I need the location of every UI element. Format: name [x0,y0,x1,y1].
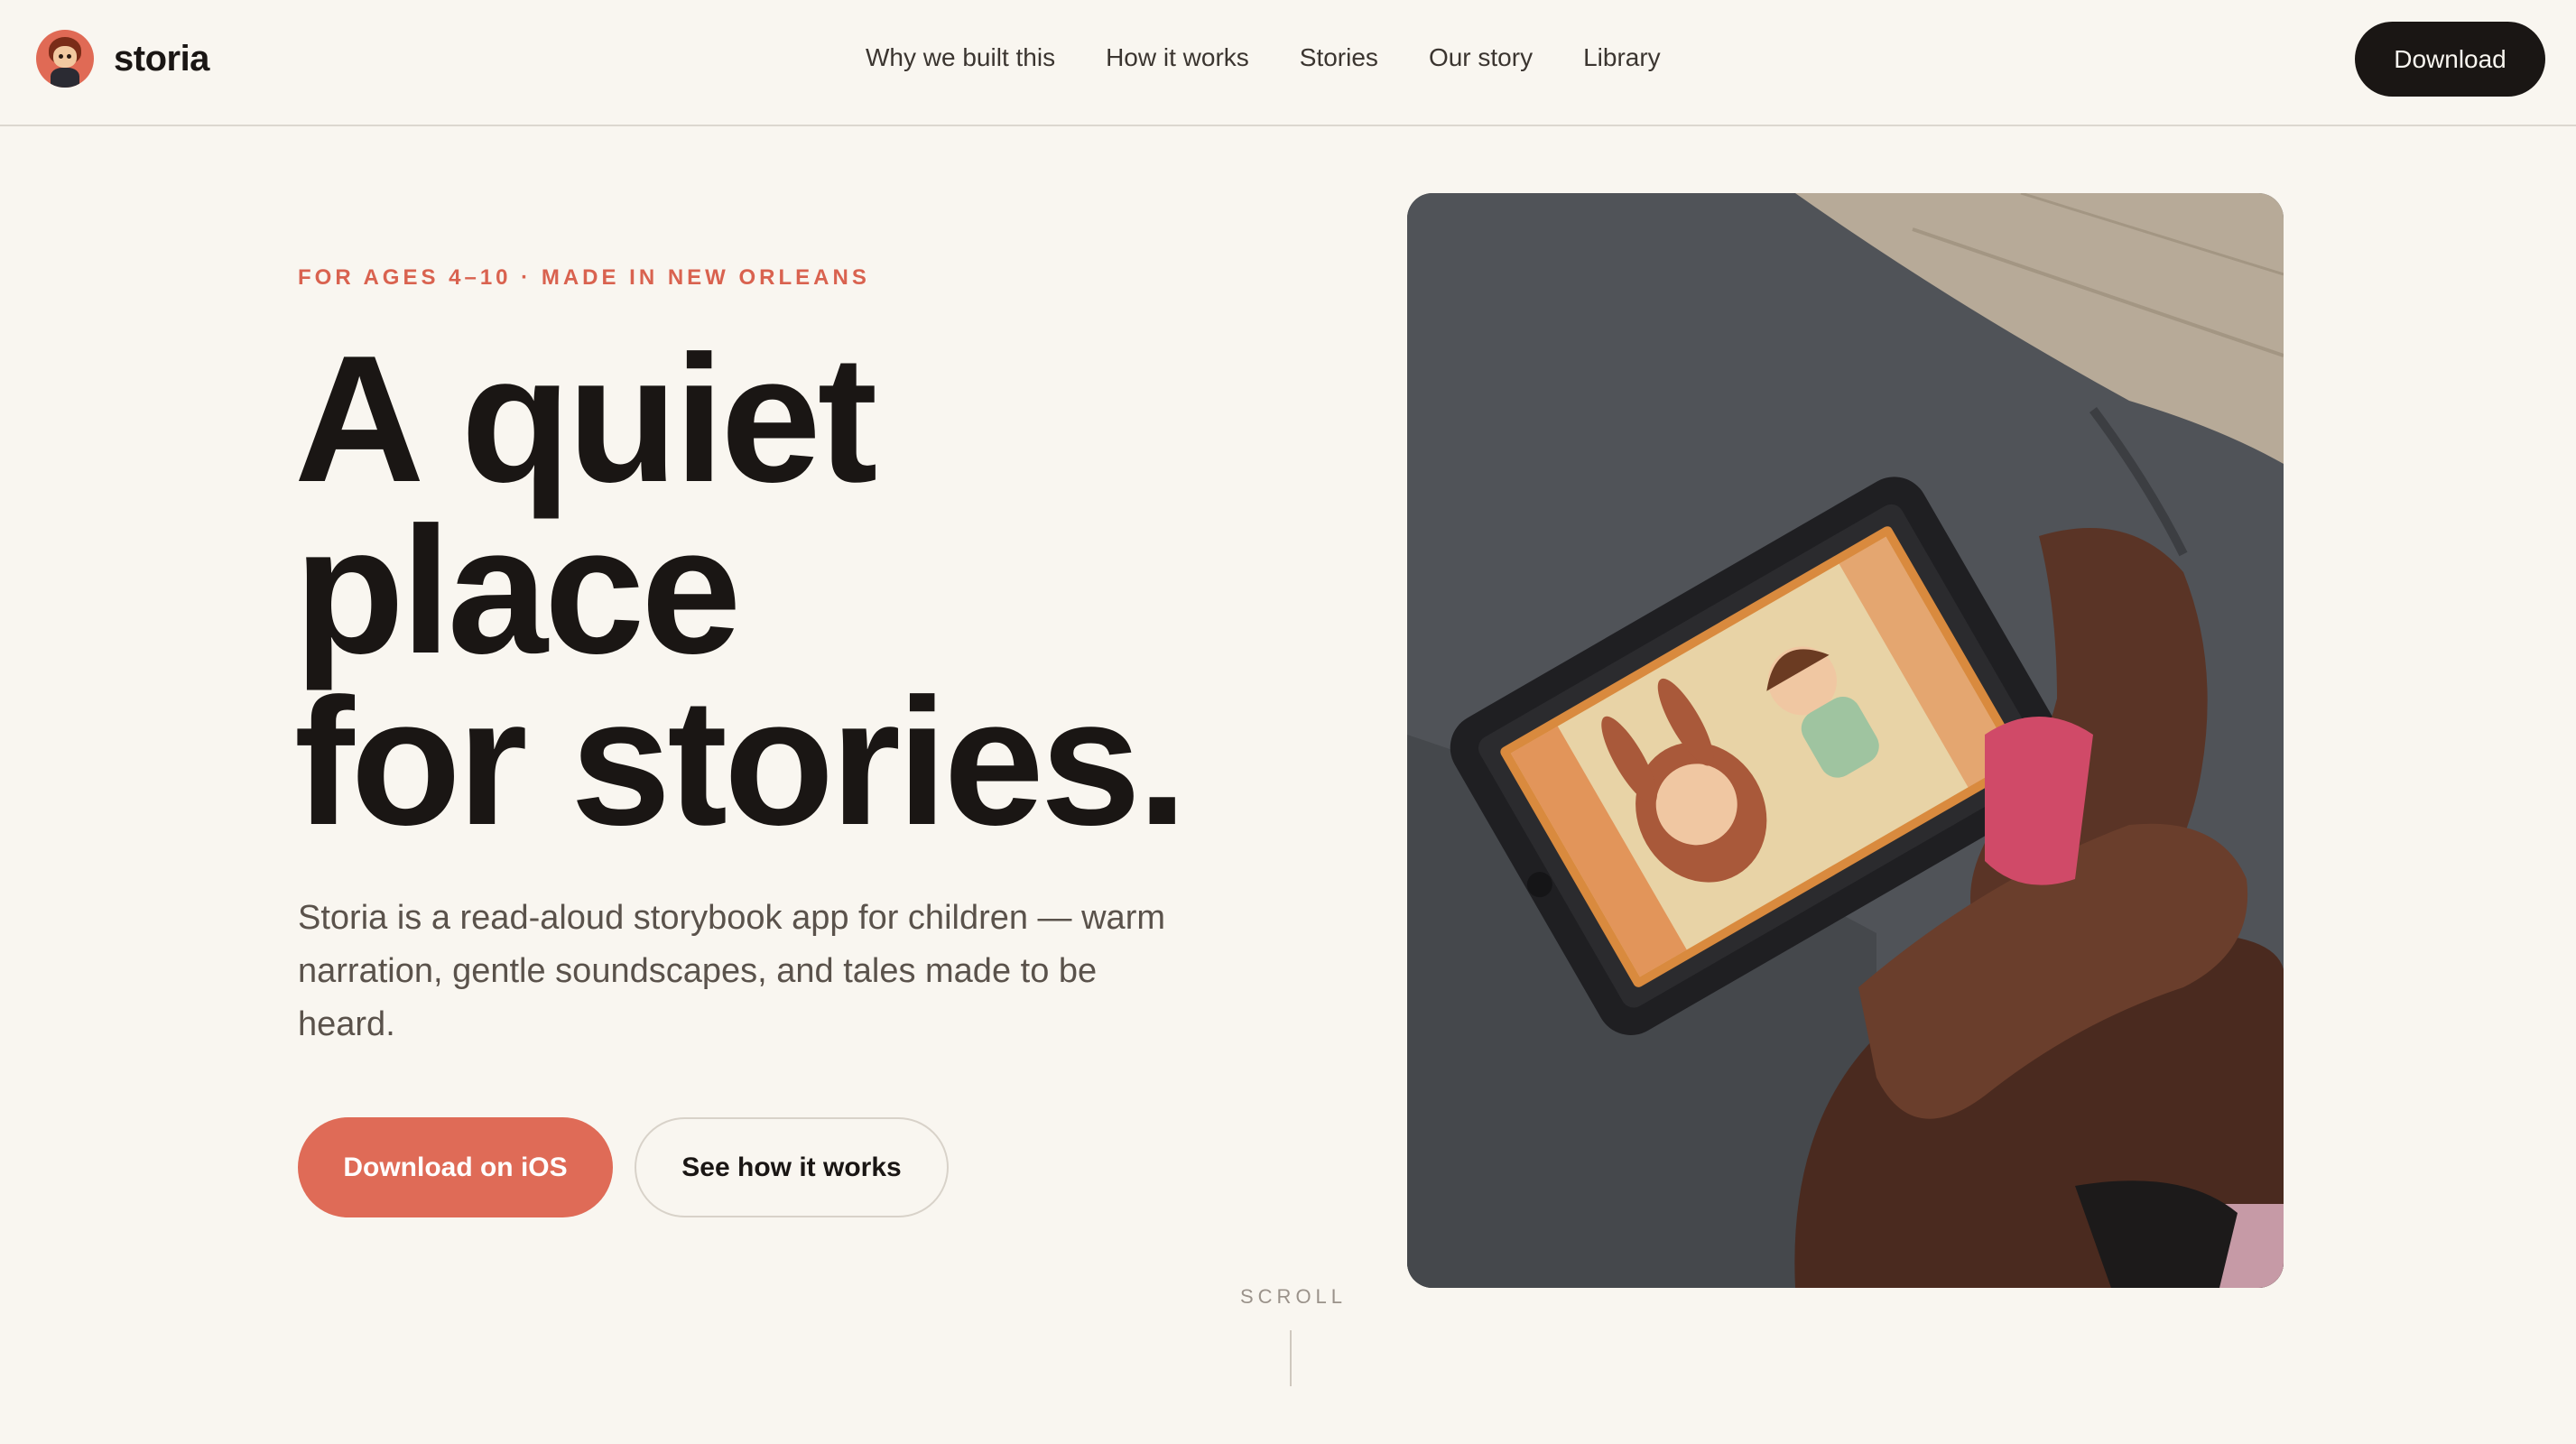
brand-name: storia [114,38,209,79]
child-reading-tablet-photo [1407,193,2284,1288]
storia-logo-icon [36,30,94,88]
scroll-label: SCROLL [1240,1285,1348,1308]
nav-download-button[interactable]: Download [2355,22,2545,97]
hero-headline: A quiet place for stories. [294,319,1377,863]
headline-line-2: place [294,490,741,691]
nav-link-why-we-built-this[interactable]: Why we built this [866,40,1055,76]
nav-link-library[interactable]: Library [1583,40,1661,76]
top-nav: storia Why we built this How it works St… [0,0,2576,126]
see-how-it-works-button[interactable]: See how it works [635,1117,949,1217]
headline-line-1: A quiet [294,319,877,520]
main-menu: Why we built this How it works Stories O… [866,40,1711,76]
scroll-indicator-line [1290,1330,1292,1386]
nav-link-stories[interactable]: Stories [1300,40,1378,76]
brand[interactable]: storia [36,30,209,88]
nav-link-our-story[interactable]: Our story [1429,40,1533,76]
headline-line-3: for stories. [294,662,1188,863]
download-ios-button[interactable]: Download on iOS [298,1117,613,1217]
hero-subtitle: Storia is a read-aloud storybook app for… [298,899,1166,1043]
hero-eyebrow: FOR AGES 4–10 · MADE IN NEW ORLEANS [298,265,870,290]
nav-link-how-it-works[interactable]: How it works [1106,40,1249,76]
